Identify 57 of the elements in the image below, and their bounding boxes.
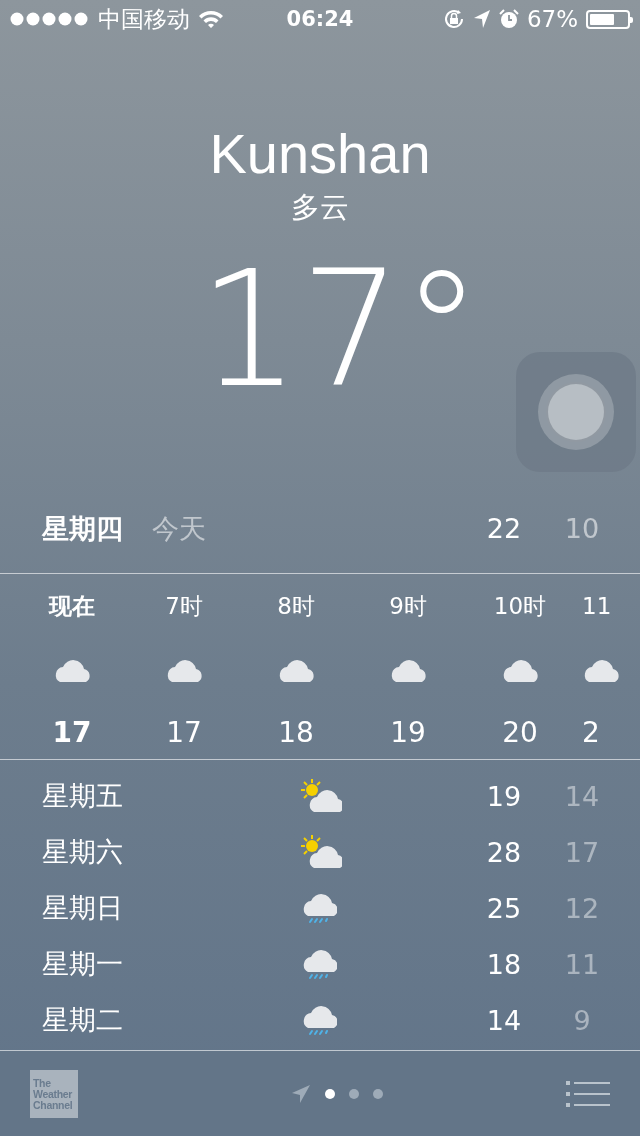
- day-name: 星期日: [42, 891, 124, 926]
- cloud-icon: [277, 657, 315, 684]
- rotation-lock-icon: [442, 8, 465, 31]
- battery-icon: [586, 9, 630, 29]
- high-temperature: 19: [485, 780, 523, 812]
- hour-label: 7时: [165, 592, 203, 622]
- hour-temperature: 20: [502, 716, 538, 750]
- page-indicator-dot[interactable]: [349, 1088, 359, 1099]
- low-temperature: 11: [563, 948, 601, 980]
- hour-temperature: 2: [582, 716, 600, 750]
- low-temperature: 10: [563, 513, 601, 545]
- high-temperature: 25: [485, 892, 523, 924]
- day-name: 星期五: [42, 779, 124, 814]
- day-name: 星期一: [42, 947, 124, 982]
- sun-cloud-icon: [298, 834, 342, 871]
- carrier-name: 中国移动: [98, 4, 190, 34]
- current-temperature: 17°: [197, 234, 482, 425]
- hour-temperature: 17: [166, 716, 202, 750]
- assistive-touch-button[interactable]: [516, 352, 636, 472]
- high-temperature: 28: [485, 836, 523, 868]
- page-indicator-dot[interactable]: [373, 1088, 383, 1099]
- low-temperature: 9: [572, 1004, 592, 1036]
- hour-temperature: 18: [278, 716, 314, 750]
- low-temperature: 12: [563, 892, 601, 924]
- hour-label: 10时: [493, 592, 547, 622]
- location-arrow-icon: [291, 1083, 311, 1104]
- cloud-icon: [501, 657, 539, 684]
- cloud-icon: [389, 657, 427, 684]
- clock-time: 06:24: [286, 7, 354, 32]
- low-temperature: 14: [563, 780, 601, 812]
- hour-temperature: 17: [52, 716, 92, 750]
- sun-cloud-icon: [298, 778, 342, 815]
- cloud-icon: [165, 657, 203, 684]
- today-label: 今天: [152, 511, 207, 546]
- wifi-icon: [198, 9, 224, 30]
- hour-label: 9时: [389, 592, 427, 622]
- location-arrow-icon: [472, 9, 491, 30]
- list-icon[interactable]: [566, 1080, 610, 1107]
- high-temperature: 18: [485, 948, 523, 980]
- high-temperature: 22: [485, 513, 523, 545]
- hour-label: 现在: [49, 592, 95, 622]
- battery-percentage: 67%: [526, 6, 578, 33]
- day-name: 星期六: [42, 835, 124, 870]
- hour-temperature: 19: [390, 716, 426, 750]
- signal-icon: [10, 12, 90, 27]
- weather-condition: 多云: [291, 188, 349, 226]
- weather-channel-logo[interactable]: The Weather Channel: [30, 1069, 78, 1118]
- low-temperature: 17: [563, 836, 601, 868]
- page-indicator-dot[interactable]: [325, 1088, 335, 1099]
- cloud-icon: [53, 657, 91, 684]
- hour-label: 11: [582, 592, 612, 622]
- high-temperature: 14: [485, 1004, 523, 1036]
- alarm-clock-icon: [498, 9, 519, 30]
- day-name: 星期四: [42, 511, 124, 546]
- city-name: Kunshan: [209, 120, 431, 187]
- hour-label: 8时: [277, 592, 315, 622]
- day-name: 星期二: [42, 1003, 124, 1038]
